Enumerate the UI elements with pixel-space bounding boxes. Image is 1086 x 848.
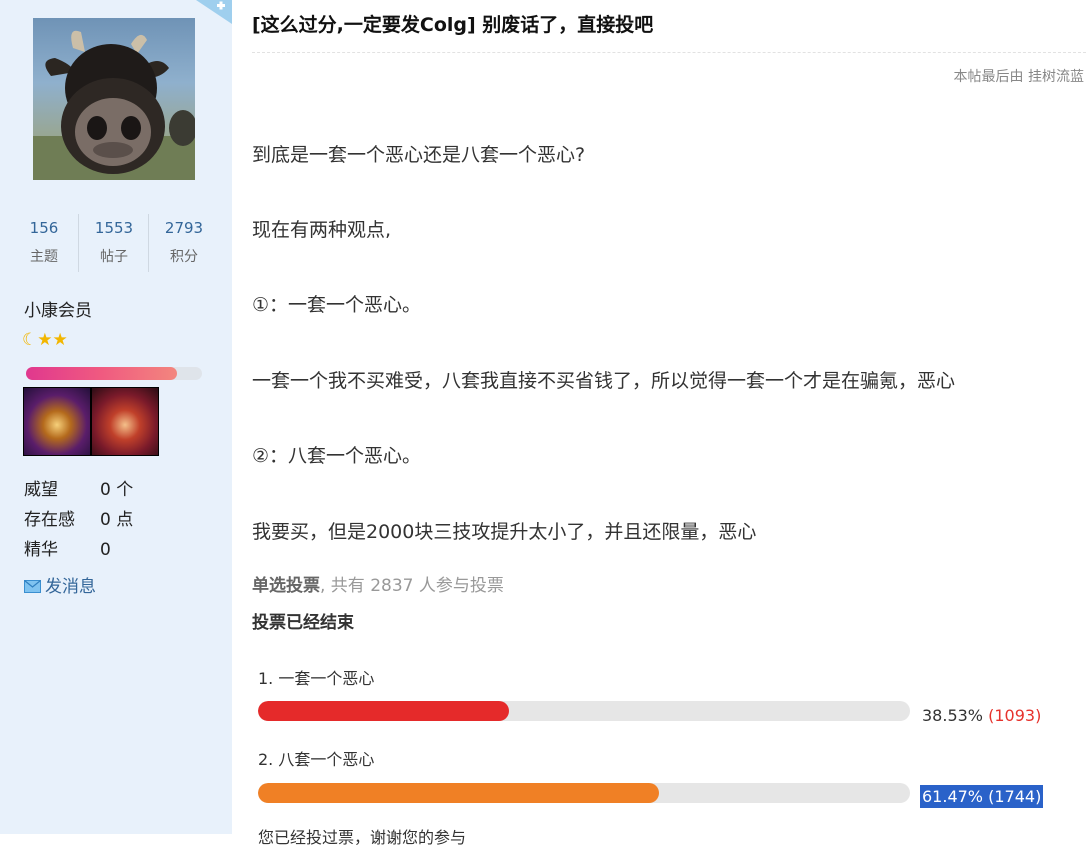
info-digest-label: 精华 <box>24 540 58 560</box>
avatar[interactable] <box>33 18 195 180</box>
poll-info: 单选投票, 共有 2837 人参与投票 <box>252 571 504 596</box>
poll-participants: , 共有 2837 人参与投票 <box>320 576 504 596</box>
stat-credits[interactable]: 2793 积分 <box>149 214 219 272</box>
send-message-link[interactable]: 发消息 <box>24 572 96 597</box>
star-icon: ★ <box>37 330 53 350</box>
poll-option-percent: 61.47% <box>922 787 984 806</box>
send-message-label[interactable]: 发消息 <box>45 577 96 597</box>
poll-option-count: (1744) <box>988 787 1042 806</box>
moon-icon: ☾ <box>22 330 38 350</box>
poll-option-bar-fill <box>258 701 510 721</box>
poll-option-bar <box>258 783 910 803</box>
stat-credits-label: 积分 <box>170 249 198 265</box>
rank-icons: ☾★★ <box>22 330 68 350</box>
post-paragraph: 我要买，但是2000块三技攻提升太小了，并且还限量，恶心 <box>252 521 757 543</box>
info-presence-label: 存在感 <box>24 510 75 530</box>
info-presence-value: 0 点 <box>100 510 134 530</box>
medal-icon[interactable] <box>23 387 91 456</box>
poll-option-bar-fill <box>258 783 659 803</box>
last-edited-note: 本帖最后由 挂树流蓝 <box>953 69 1084 85</box>
info-digest: 精华 0 <box>24 535 111 560</box>
thread-title: [这么过分,一定要发Colg] 别废话了，直接投吧 <box>252 14 654 36</box>
poll-option-result: 61.47% (1744) <box>920 785 1044 808</box>
poll-option-result: 38.53% (1093) <box>922 706 1041 725</box>
medal-icon[interactable] <box>91 387 159 456</box>
post-paragraph: ②：八套一个恶心。 <box>252 445 422 467</box>
poll-option-percent: 38.53% <box>922 706 984 725</box>
post-paragraph: 到底是一套一个恶心还是八套一个恶心? <box>252 144 586 166</box>
poll-option-label: 2. 八套一个恶心 <box>258 750 375 769</box>
rank-progress-fill <box>26 367 178 380</box>
info-prestige: 威望 0 个 <box>24 475 133 500</box>
stat-threads[interactable]: 156 主题 <box>9 214 79 272</box>
stat-posts-value[interactable]: 1553 <box>79 214 149 242</box>
poll-type: 单选投票 <box>252 576 320 596</box>
rank-progress-bar <box>26 367 202 380</box>
poll-footer-note: 您已经投过票，谢谢您的参与 <box>258 828 467 847</box>
poll-option-label: 1. 一套一个恶心 <box>258 669 375 688</box>
stat-threads-label: 主题 <box>30 249 58 265</box>
poll-option-bar <box>258 701 910 721</box>
user-group[interactable]: 小康会员 <box>24 296 92 321</box>
author-sidebar: 156 主题 1553 帖子 2793 积分 小康会员 ☾★★ 威望 0 个 存在… <box>0 0 232 834</box>
stat-posts[interactable]: 1553 帖子 <box>79 214 149 272</box>
info-presence: 存在感 0 点 <box>24 505 133 530</box>
online-badge-icon <box>196 0 232 24</box>
post-paragraph: ①：一套一个恶心。 <box>252 294 422 316</box>
info-prestige-value: 0 个 <box>100 480 134 500</box>
post-paragraph: 现在有两种观点, <box>252 219 392 241</box>
title-divider <box>252 52 1086 53</box>
info-prestige-label: 威望 <box>24 480 58 500</box>
poll-status: 投票已经结束 <box>252 613 354 633</box>
poll-option-count: (1093) <box>988 706 1042 725</box>
stat-credits-value[interactable]: 2793 <box>149 214 219 242</box>
info-digest-value: 0 <box>100 540 111 560</box>
post-paragraph: 一套一个我不买难受，八套我直接不买省钱了，所以觉得一套一个才是在骗氪，恶心 <box>252 370 956 392</box>
stat-threads-value[interactable]: 156 <box>9 214 79 242</box>
stat-posts-label: 帖子 <box>100 249 128 265</box>
star-icon: ★ <box>52 330 68 350</box>
envelope-icon <box>24 578 41 593</box>
